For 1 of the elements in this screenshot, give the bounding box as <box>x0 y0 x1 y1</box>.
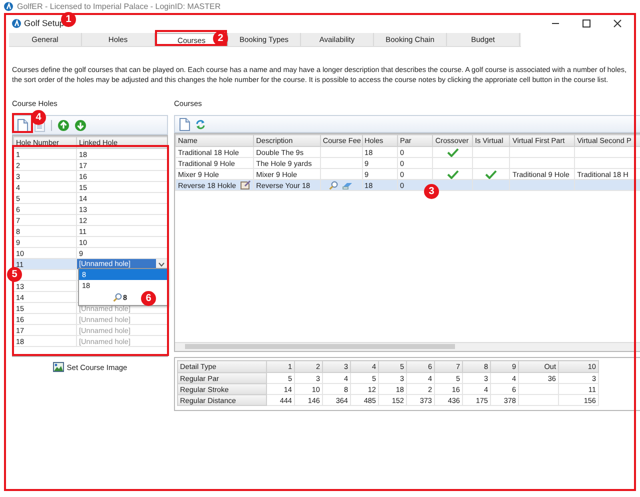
window-title: GolfER - Licensed to Imperial Palace - LoginID: MASTER <box>17 2 222 11</box>
